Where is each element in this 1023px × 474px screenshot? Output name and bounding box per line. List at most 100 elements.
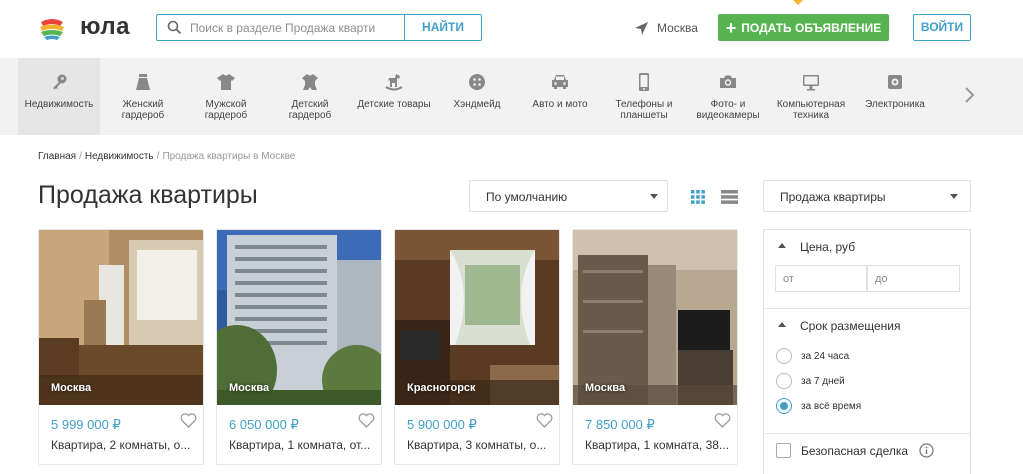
header: юла НАЙТИ Москва + ПОДАТЬ ОБЪЯВЛЕНИЕ ВОЙ… bbox=[0, 0, 1023, 58]
location-selector[interactable]: Москва bbox=[634, 18, 698, 38]
monitor-icon bbox=[771, 72, 851, 92]
category-bar: Недвижимость Женский гардероб Мужской га… bbox=[0, 58, 1023, 135]
category-label: Женский гардероб bbox=[121, 99, 165, 121]
logo-icon[interactable] bbox=[38, 14, 66, 42]
period-filter-title[interactable]: Срок размещения bbox=[800, 319, 900, 333]
listing-title[interactable]: Квартира, 2 комнаты, о... bbox=[51, 438, 196, 452]
category-women-clothes[interactable]: Женский гардероб bbox=[104, 58, 182, 135]
chevron-right-icon[interactable] bbox=[962, 86, 976, 104]
category-real-estate[interactable]: Недвижимость bbox=[18, 58, 100, 135]
category-auto[interactable]: Авто и мото bbox=[521, 58, 599, 135]
listing-price: 5 900 000 ₽ bbox=[407, 417, 477, 432]
sort-dropdown[interactable]: По умолчанию bbox=[469, 180, 668, 212]
listing-city: Москва bbox=[229, 382, 270, 394]
category-label: Мужской гардероб bbox=[204, 99, 248, 121]
baby-clothes-icon bbox=[271, 72, 349, 92]
listing-photo[interactable]: Красногорск bbox=[395, 230, 559, 405]
safe-deal-checkbox[interactable] bbox=[776, 443, 791, 458]
chevron-down-icon bbox=[950, 194, 958, 199]
breadcrumb-real-estate[interactable]: Недвижимость bbox=[85, 151, 154, 162]
listing-city: Москва bbox=[51, 382, 92, 394]
category-label: Телефоны и планшеты bbox=[615, 99, 673, 121]
search-box bbox=[156, 14, 405, 41]
breadcrumb-home[interactable]: Главная bbox=[38, 151, 76, 162]
period-label[interactable]: за всё время bbox=[801, 401, 861, 412]
listing-card[interactable]: Москва 5 999 000 ₽ Квартира, 2 комнаты, … bbox=[38, 229, 204, 465]
electronics-icon bbox=[857, 72, 933, 92]
safe-deal-label[interactable]: Безопасная сделка bbox=[801, 444, 908, 458]
category-handmade[interactable]: Хэндмейд bbox=[440, 58, 514, 135]
breadcrumb-current: Продажа квартиры в Москве bbox=[162, 151, 296, 162]
location-label: Москва bbox=[657, 21, 698, 35]
search-button[interactable]: НАЙТИ bbox=[404, 14, 482, 41]
listing-card[interactable]: Красногорск 5 900 000 ₽ Квартира, 3 комн… bbox=[394, 229, 560, 465]
price-to-input[interactable] bbox=[867, 265, 960, 292]
search-input[interactable] bbox=[190, 15, 400, 40]
divider bbox=[764, 433, 970, 434]
category-kids-goods[interactable]: Детские товары bbox=[355, 58, 433, 135]
category-men-clothes[interactable]: Мужской гардероб bbox=[187, 58, 265, 135]
heart-icon[interactable] bbox=[358, 413, 375, 428]
search-icon bbox=[167, 20, 182, 35]
heart-icon[interactable] bbox=[536, 413, 553, 428]
category-dropdown[interactable]: Продажа квартиры bbox=[763, 180, 971, 212]
category-label: Авто и мото bbox=[532, 99, 588, 110]
category-electronics[interactable]: Электроника bbox=[857, 58, 933, 135]
camera-icon bbox=[689, 72, 767, 92]
tshirt-icon bbox=[187, 72, 265, 92]
category-kids-clothes[interactable]: Детский гардероб bbox=[271, 58, 349, 135]
listing-title[interactable]: Квартира, 3 комнаты, о... bbox=[407, 438, 552, 452]
post-ad-button[interactable]: + ПОДАТЬ ОБЪЯВЛЕНИЕ bbox=[718, 14, 889, 41]
category-label: Хэндмейд bbox=[453, 99, 501, 110]
period-label[interactable]: за 24 часа bbox=[801, 351, 849, 362]
category-label: Электроника bbox=[865, 99, 925, 110]
listing-city: Москва bbox=[585, 382, 626, 394]
chevron-down-icon bbox=[650, 194, 658, 199]
period-radio-all[interactable] bbox=[776, 398, 792, 414]
listing-price: 7 850 000 ₽ bbox=[585, 417, 655, 432]
button-icon bbox=[440, 72, 514, 92]
skirt-icon bbox=[104, 72, 182, 92]
grid-view-icon[interactable] bbox=[691, 190, 705, 204]
listing-card[interactable]: Москва 6 050 000 ₽ Квартира, 1 комната, … bbox=[216, 229, 382, 465]
rocking-horse-icon bbox=[355, 72, 433, 92]
login-button[interactable]: ВОЙТИ bbox=[913, 14, 971, 41]
period-radio-24h[interactable] bbox=[776, 348, 792, 364]
listing-city: Красногорск bbox=[407, 382, 476, 394]
collapse-icon[interactable] bbox=[778, 243, 786, 248]
plus-icon: + bbox=[725, 17, 737, 38]
sort-selected: По умолчанию bbox=[486, 190, 568, 204]
logo-text[interactable]: юла bbox=[80, 13, 130, 41]
price-from-input[interactable] bbox=[775, 265, 867, 292]
listing-price: 5 999 000 ₽ bbox=[51, 417, 121, 432]
location-arrow-icon bbox=[635, 21, 648, 35]
category-label: Детские товары bbox=[357, 99, 431, 110]
listing-photo[interactable]: Москва bbox=[39, 230, 203, 405]
breadcrumb-separator: / bbox=[156, 151, 160, 162]
category-cameras[interactable]: Фото- и видеокамеры bbox=[689, 58, 767, 135]
category-label: Детский гардероб bbox=[288, 99, 332, 121]
list-view-icon[interactable] bbox=[721, 190, 738, 204]
category-computers[interactable]: Компьютерная техника bbox=[771, 58, 851, 135]
promo-marker bbox=[793, 0, 803, 5]
listing-photo[interactable]: Москва bbox=[217, 230, 381, 405]
listing-photo[interactable]: Москва bbox=[573, 230, 737, 405]
price-filter-title[interactable]: Цена, руб bbox=[800, 240, 855, 254]
category-phones[interactable]: Телефоны и планшеты bbox=[605, 58, 683, 135]
collapse-icon[interactable] bbox=[778, 322, 786, 327]
period-radio-7d[interactable] bbox=[776, 373, 792, 389]
listing-card[interactable]: Москва 7 850 000 ₽ Квартира, 1 комната, … bbox=[572, 229, 738, 465]
listing-title[interactable]: Квартира, 1 комната, 38... bbox=[585, 438, 730, 452]
breadcrumb-separator: / bbox=[79, 151, 82, 162]
filter-panel: Цена, руб Срок размещения за 24 часа за … bbox=[763, 229, 971, 474]
key-icon bbox=[18, 72, 100, 92]
listing-price: 6 050 000 ₽ bbox=[229, 417, 299, 432]
heart-icon[interactable] bbox=[180, 413, 197, 428]
listing-title[interactable]: Квартира, 1 комната, от... bbox=[229, 438, 374, 452]
car-icon bbox=[521, 72, 599, 92]
period-label[interactable]: за 7 дней bbox=[801, 376, 845, 387]
phone-icon bbox=[605, 72, 683, 92]
heart-icon[interactable] bbox=[714, 413, 731, 428]
category-label: Фото- и видеокамеры bbox=[696, 99, 760, 121]
info-icon[interactable] bbox=[919, 443, 934, 458]
